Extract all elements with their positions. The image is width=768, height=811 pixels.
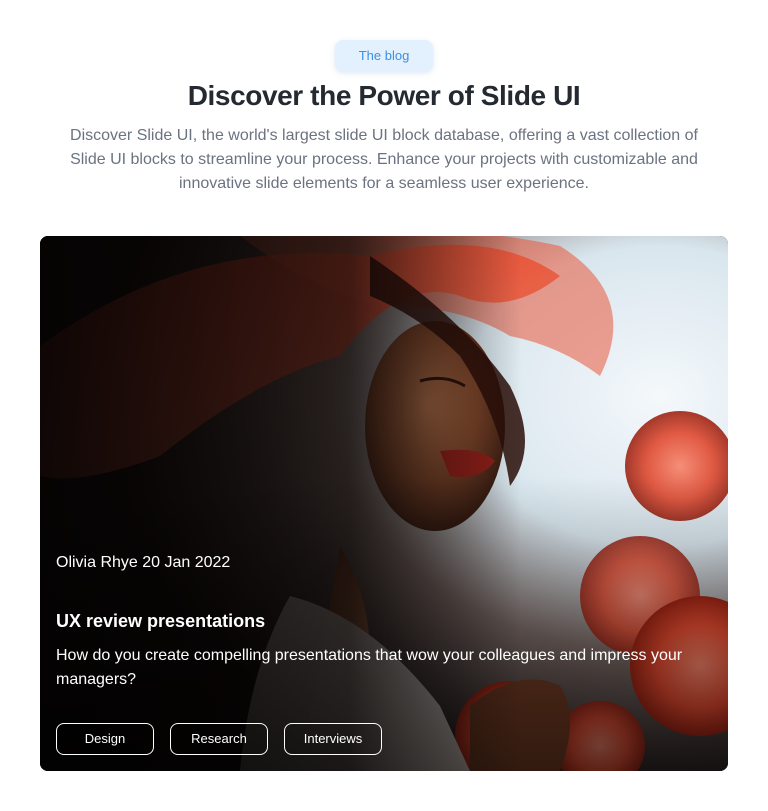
blog-badge: The blog — [335, 40, 433, 71]
tag-interviews[interactable]: Interviews — [284, 723, 382, 755]
page-subtitle: Discover Slide UI, the world's largest s… — [70, 127, 698, 192]
blog-post-card[interactable]: Olivia Rhye 20 Jan 2022 UX review presen… — [40, 236, 728, 771]
page-title: Discover the Power of Slide UI — [187, 80, 581, 111]
tag-research[interactable]: Research — [170, 723, 268, 755]
post-title[interactable]: UX review presentations — [56, 611, 265, 632]
tag-design[interactable]: Design — [56, 723, 154, 755]
post-description: How do you create compelling presentatio… — [56, 647, 683, 688]
post-meta: Olivia Rhye 20 Jan 2022 — [56, 554, 231, 571]
post-tags: Design Research Interviews — [56, 723, 382, 755]
